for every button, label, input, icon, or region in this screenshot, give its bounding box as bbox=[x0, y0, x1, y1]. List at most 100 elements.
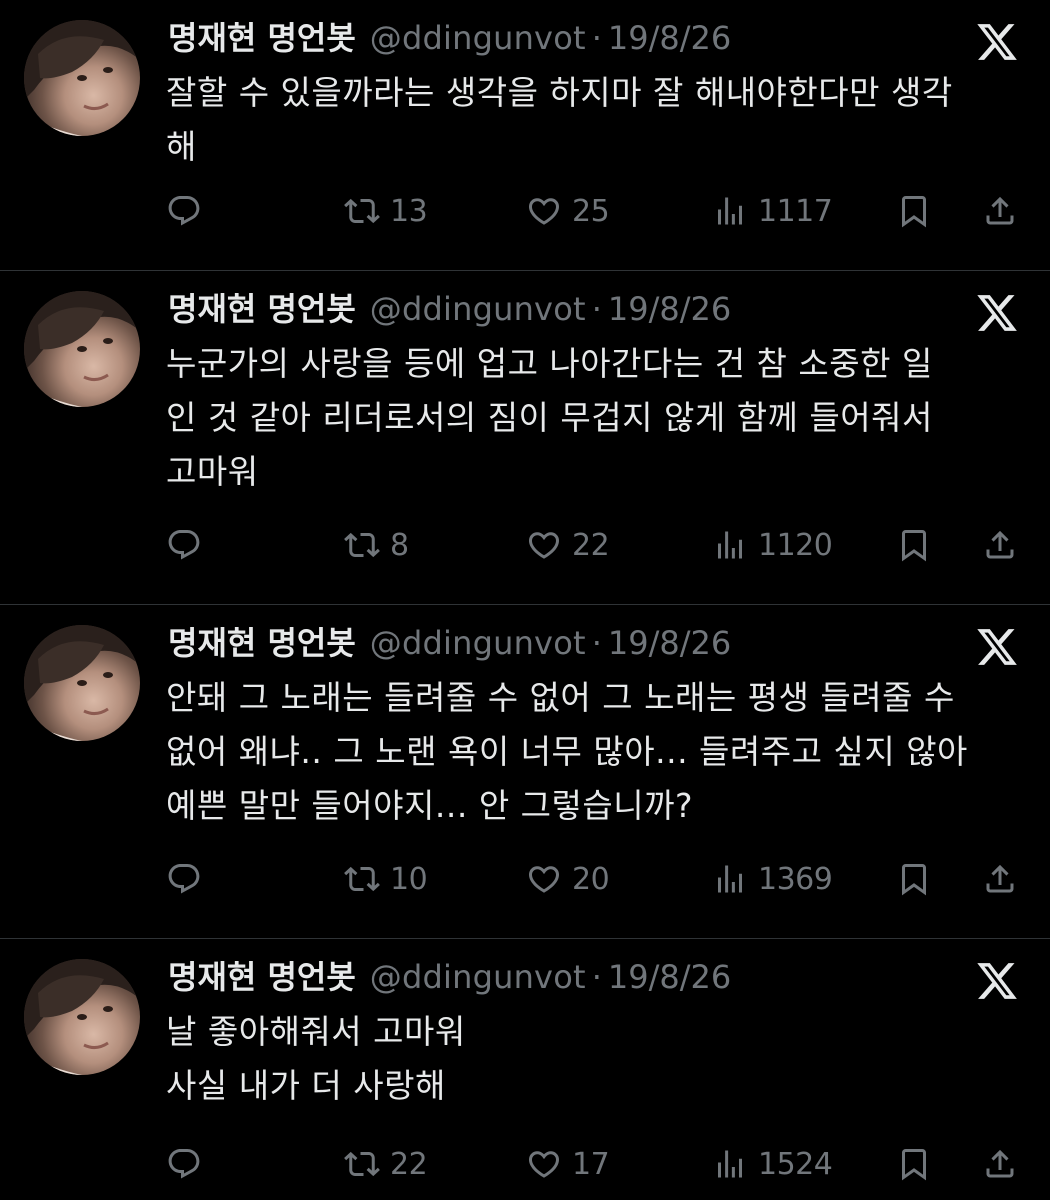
views-button[interactable]: 1120 bbox=[712, 520, 833, 570]
user-handle[interactable]: @ddingunvot bbox=[370, 621, 586, 665]
bookmark-icon bbox=[902, 1149, 926, 1181]
views-count: 1120 bbox=[758, 527, 833, 563]
like-count: 25 bbox=[572, 193, 610, 229]
tweet-actions: 8 22 1120 bbox=[0, 520, 1050, 570]
reply-icon bbox=[168, 1149, 200, 1179]
tweet-text: 날 좋아해줘서 고마워 사실 내가 더 사랑해 bbox=[166, 1005, 1026, 1113]
tweet-text-line: 예쁜 말만 들어야지... 안 그렇습니까? bbox=[166, 786, 693, 825]
reply-icon bbox=[168, 864, 200, 894]
retweet-count: 8 bbox=[390, 527, 409, 563]
tweet-text: 누군가의 사랑을 등에 업고 나아간다는 건 참 소중한 일 인 것 같아 리더… bbox=[166, 337, 1026, 499]
avatar[interactable] bbox=[24, 625, 140, 741]
tweet-text-line: 고마워 bbox=[166, 452, 259, 491]
views-button[interactable]: 1369 bbox=[712, 854, 833, 904]
share-icon bbox=[986, 864, 1014, 893]
separator-dot: · bbox=[591, 958, 602, 996]
bookmark-icon bbox=[902, 530, 926, 562]
tweet-date[interactable]: 19/8/26 bbox=[608, 287, 731, 331]
share-icon bbox=[986, 196, 1014, 225]
tweet-text-line: 안돼 그 노래는 들려줄 수 없어 그 노래는 평생 들려줄 수 bbox=[166, 678, 955, 717]
avatar[interactable] bbox=[24, 291, 140, 407]
tweet-text-line: 잘할 수 있을까라는 생각을 하지마 잘 해내야한다만 생각 bbox=[166, 73, 953, 112]
bookmark-button[interactable] bbox=[896, 854, 932, 904]
tweet-text-line: 없어 왜냐.. 그 노랜 욕이 너무 많아... 들려주고 싶지 않아 bbox=[166, 732, 968, 771]
tweet-text-line: 해 bbox=[166, 127, 197, 166]
retweet-count: 22 bbox=[390, 1146, 428, 1182]
retweet-icon bbox=[344, 1151, 380, 1177]
tweet[interactable]: 명재현 명언봇 @ddingunvot · 19/8/26 안돼 그 노래는 들… bbox=[0, 605, 1050, 938]
tweet-divider bbox=[0, 938, 1050, 939]
views-icon bbox=[718, 197, 742, 225]
bookmark-button[interactable] bbox=[896, 520, 932, 570]
retweet-count: 13 bbox=[390, 193, 428, 229]
bookmark-icon bbox=[902, 864, 926, 896]
like-button[interactable]: 20 bbox=[526, 854, 610, 904]
tweet-actions: 10 20 1369 bbox=[0, 854, 1050, 904]
retweet-button[interactable]: 13 bbox=[344, 186, 428, 236]
separator-dot: · bbox=[591, 290, 602, 328]
user-handle[interactable]: @ddingunvot bbox=[370, 955, 586, 999]
like-count: 20 bbox=[572, 861, 610, 897]
reply-button[interactable] bbox=[166, 1139, 202, 1189]
heart-icon bbox=[528, 866, 560, 893]
tweet-divider bbox=[0, 270, 1050, 271]
tweet-text: 안돼 그 노래는 들려줄 수 없어 그 노래는 평생 들려줄 수 없어 왜냐..… bbox=[166, 671, 1026, 833]
like-button[interactable]: 22 bbox=[526, 520, 610, 570]
views-icon bbox=[718, 1150, 742, 1178]
tweet-header: 명재현 명언봇 @ddingunvot · 19/8/26 bbox=[168, 287, 731, 331]
views-icon bbox=[718, 531, 742, 559]
tweet[interactable]: 명재현 명언봇 @ddingunvot · 19/8/26 잘할 수 있을까라는… bbox=[0, 0, 1050, 270]
heart-icon bbox=[528, 1151, 560, 1178]
reply-button[interactable] bbox=[166, 186, 202, 236]
tweet-header: 명재현 명언봇 @ddingunvot · 19/8/26 bbox=[168, 955, 731, 999]
heart-icon bbox=[528, 198, 560, 225]
display-name[interactable]: 명재현 명언봇 bbox=[168, 287, 356, 331]
retweet-button[interactable]: 8 bbox=[344, 520, 409, 570]
separator-dot: · bbox=[591, 624, 602, 662]
share-button[interactable] bbox=[982, 520, 1018, 570]
views-icon bbox=[718, 865, 742, 893]
retweet-icon bbox=[344, 532, 380, 558]
tweet-text: 잘할 수 있을까라는 생각을 하지마 잘 해내야한다만 생각 해 bbox=[166, 66, 1026, 174]
share-button[interactable] bbox=[982, 186, 1018, 236]
retweet-button[interactable]: 10 bbox=[344, 854, 428, 904]
tweet[interactable]: 명재현 명언봇 @ddingunvot · 19/8/26 날 좋아해줘서 고마… bbox=[0, 939, 1050, 1200]
retweet-icon bbox=[344, 866, 380, 892]
tweet-date[interactable]: 19/8/26 bbox=[608, 621, 731, 665]
share-icon bbox=[986, 530, 1014, 559]
tweet[interactable]: 명재현 명언봇 @ddingunvot · 19/8/26 누군가의 사랑을 등… bbox=[0, 271, 1050, 604]
reply-button[interactable] bbox=[166, 854, 202, 904]
user-handle[interactable]: @ddingunvot bbox=[370, 287, 586, 331]
share-button[interactable] bbox=[982, 854, 1018, 904]
tweet-actions: 22 17 1524 bbox=[0, 1139, 1050, 1189]
avatar[interactable] bbox=[24, 959, 140, 1075]
user-handle[interactable]: @ddingunvot bbox=[370, 16, 586, 60]
x-logo-icon bbox=[977, 629, 1017, 665]
views-button[interactable]: 1524 bbox=[712, 1139, 833, 1189]
display-name[interactable]: 명재현 명언봇 bbox=[168, 955, 356, 999]
display-name[interactable]: 명재현 명언봇 bbox=[168, 621, 356, 665]
bookmark-button[interactable] bbox=[896, 186, 932, 236]
separator-dot: · bbox=[591, 19, 602, 57]
display-name[interactable]: 명재현 명언봇 bbox=[168, 16, 356, 60]
like-count: 17 bbox=[572, 1146, 610, 1182]
x-logo-icon bbox=[977, 24, 1017, 60]
bookmark-icon bbox=[902, 196, 926, 228]
retweet-count: 10 bbox=[390, 861, 428, 897]
tweet-date[interactable]: 19/8/26 bbox=[608, 16, 731, 60]
views-button[interactable]: 1117 bbox=[712, 186, 833, 236]
like-button[interactable]: 17 bbox=[526, 1139, 610, 1189]
retweet-button[interactable]: 22 bbox=[344, 1139, 428, 1189]
reply-button[interactable] bbox=[166, 520, 202, 570]
tweet-divider bbox=[0, 604, 1050, 605]
avatar[interactable] bbox=[24, 20, 140, 136]
bookmark-button[interactable] bbox=[896, 1139, 932, 1189]
tweet-date[interactable]: 19/8/26 bbox=[608, 955, 731, 999]
tweet-text-line: 누군가의 사랑을 등에 업고 나아간다는 건 참 소중한 일 bbox=[166, 344, 933, 383]
views-count: 1117 bbox=[758, 193, 833, 229]
like-button[interactable]: 25 bbox=[526, 186, 610, 236]
heart-icon bbox=[528, 532, 560, 559]
tweet-text-line: 날 좋아해줘서 고마워 bbox=[166, 1012, 466, 1051]
share-button[interactable] bbox=[982, 1139, 1018, 1189]
tweet-header: 명재현 명언봇 @ddingunvot · 19/8/26 bbox=[168, 621, 731, 665]
